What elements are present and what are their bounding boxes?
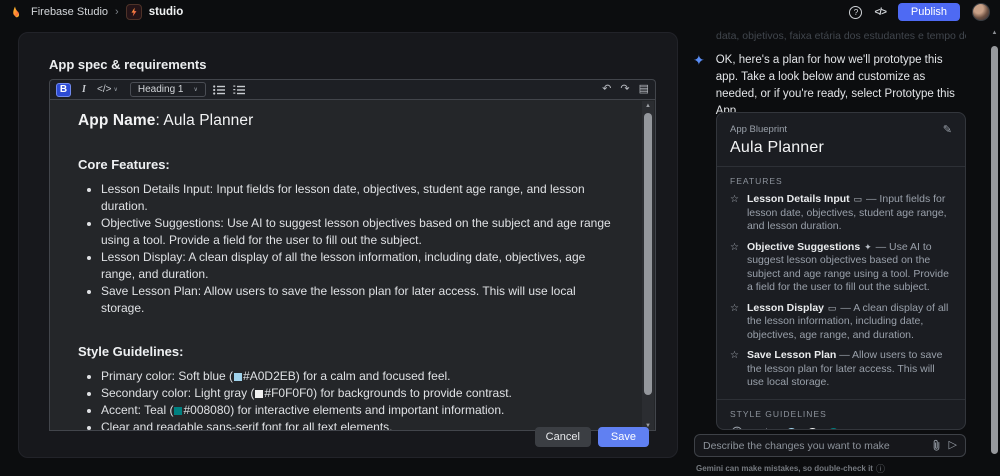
heading-style-select[interactable]: Heading 1 ∨: [129, 82, 206, 97]
color-swatch: [255, 389, 264, 398]
assistant-message-row: ✦ OK, here's a plan for how we'll protot…: [690, 52, 972, 120]
chat-input-container: ▷: [694, 434, 966, 457]
color-row[interactable]: Color: [730, 426, 952, 429]
assistant-message: OK, here's a plan for how we'll prototyp…: [715, 54, 955, 117]
workspace-name[interactable]: studio: [149, 6, 184, 18]
blueprint-header: App Blueprint ✎: [730, 123, 952, 136]
document-editor[interactable]: App Name: Aula Planner Core Features: Le…: [49, 99, 656, 431]
blueprint-label: App Blueprint: [730, 124, 788, 135]
list-item: Objective Suggestions: Use AI to suggest…: [101, 215, 615, 249]
document-content: App Name: Aula Planner Core Features: Le…: [50, 100, 655, 430]
feature-item: ☆ Save Lesson Plan — Allow users to save…: [730, 349, 943, 388]
scrollbar-thumb[interactable]: [991, 46, 998, 454]
core-features-heading: Core Features:: [78, 157, 170, 172]
panel-toggle-button[interactable]: ▤: [639, 84, 649, 95]
list-item: Save Lesson Plan: Allow users to save th…: [101, 283, 615, 317]
input-field-icon: ▭: [853, 194, 863, 204]
star-icon: ☆: [730, 302, 739, 314]
scrollbar-thumb[interactable]: [644, 113, 652, 395]
feature-item: ☆ Lesson Display ▭ — A clean display of …: [730, 301, 949, 341]
features-section-label: FEATURES: [730, 176, 783, 186]
palette-dot[interactable]: [807, 427, 819, 429]
chat-history-faded: data, objetivos, faixa etária dos estuda…: [716, 30, 966, 42]
color-swatch: [234, 372, 243, 381]
list-item: Lesson Details Input: Input fields for l…: [101, 181, 615, 215]
star-icon: ☆: [730, 350, 739, 361]
bullet-list-button[interactable]: [212, 83, 226, 97]
palette-dot[interactable]: [786, 427, 798, 429]
avatar[interactable]: [972, 3, 990, 21]
doc-h1: App Name: Aula Planner: [78, 112, 615, 130]
list-item: Accent: Teal (#008080) for interactive e…: [101, 402, 615, 419]
window-scrollbar[interactable]: ▲: [990, 28, 999, 476]
info-icon[interactable]: ⓘ: [876, 462, 885, 475]
scroll-up-icon[interactable]: ▲: [645, 101, 651, 111]
editor-scrollbar[interactable]: ▲ ▼: [642, 101, 654, 430]
firebase-studio-app: { "topbar": { "brand": "Firebase Studio"…: [0, 0, 1000, 476]
star-icon: ☆: [730, 194, 739, 205]
editor-toolbar: B I </> ∨ Heading 1 ∨ ↶ ↷ ▤: [49, 79, 656, 99]
style-guidelines-list: Primary color: Soft blue (#A0D2EB) for a…: [101, 368, 615, 430]
list-item: Primary color: Soft blue (#A0D2EB) for a…: [101, 368, 615, 385]
doc-h1-bold: App Name: [78, 112, 156, 129]
spec-actions: Cancel Save: [534, 427, 649, 447]
cancel-button[interactable]: Cancel: [534, 427, 591, 447]
list-item: Secondary color: Light gray (#F0F0F0) fo…: [101, 385, 615, 402]
code-icon[interactable]: </>: [874, 7, 887, 18]
palette-icon: [730, 426, 743, 429]
list-item: Lesson Display: A clean display of all t…: [101, 249, 615, 283]
star-icon: ☆: [730, 241, 739, 253]
workspace-icon: [125, 4, 142, 20]
doc-h1-rest: : Aula Planner: [155, 112, 254, 129]
spec-title: App spec & requirements: [49, 57, 207, 72]
sparkle-icon: ✦: [864, 241, 872, 252]
color-row-label: Color: [752, 427, 777, 429]
heading-style-value: Heading 1: [137, 84, 184, 95]
redo-button[interactable]: ↷: [620, 84, 629, 95]
send-icon[interactable]: ▷: [949, 440, 957, 451]
attach-icon[interactable]: [932, 439, 941, 452]
breadcrumb-separator: ›: [115, 6, 119, 18]
chevron-down-icon: ∨: [193, 87, 198, 93]
help-icon[interactable]: ?: [849, 5, 863, 19]
undo-button[interactable]: ↶: [602, 84, 611, 95]
topbar-actions: ? </> Publish: [849, 3, 990, 21]
topbar: Firebase Studio › studio ? </> Publish: [0, 0, 1000, 24]
style-guidelines-heading: Style Guidelines:: [78, 344, 184, 359]
feature-item: ☆ Objective Suggestions ✦ — Use AI to su…: [730, 240, 949, 294]
chevron-down-icon: ∨: [113, 87, 118, 93]
spec-panel: App spec & requirements B I </> ∨ Headin…: [18, 32, 678, 458]
gemini-sparkle-icon: ✦: [693, 52, 705, 68]
publish-button[interactable]: Publish: [897, 3, 960, 21]
divider: [717, 398, 965, 400]
italic-button[interactable]: I: [77, 83, 91, 97]
firebase-logo-icon: [10, 5, 24, 19]
numbered-list-button[interactable]: [232, 83, 246, 97]
bold-button[interactable]: B: [56, 82, 71, 97]
chat-input[interactable]: [703, 439, 924, 452]
style-section-label: STYLE GUIDELINES: [730, 408, 827, 419]
chat-panel: data, objetivos, faixa etária dos estuda…: [690, 24, 982, 476]
divider: [717, 166, 965, 167]
scroll-up-icon[interactable]: ▲: [992, 28, 998, 38]
feature-item: ☆ Lesson Details Input ▭ — Input fields …: [730, 193, 947, 232]
code-block-icon: </>: [97, 84, 112, 95]
blueprint-title: Aula Planner: [730, 139, 825, 156]
code-block-button[interactable]: </> ∨: [97, 83, 118, 97]
color-swatch: [174, 406, 183, 415]
brand-name[interactable]: Firebase Studio: [31, 6, 108, 18]
edit-icon[interactable]: ✎: [943, 123, 952, 136]
save-button[interactable]: Save: [597, 427, 649, 447]
palette-dot[interactable]: [828, 427, 840, 429]
input-field-icon: ▭: [827, 302, 837, 313]
toolbar-right-group: ↶ ↷ ▤: [602, 84, 649, 95]
core-features-list: Lesson Details Input: Input fields for l…: [101, 181, 615, 317]
disclaimer: Gemini can make mistakes, so double-chec…: [696, 462, 885, 475]
app-blueprint-card: App Blueprint ✎ Aula Planner FEATURES ☆ …: [716, 112, 966, 430]
